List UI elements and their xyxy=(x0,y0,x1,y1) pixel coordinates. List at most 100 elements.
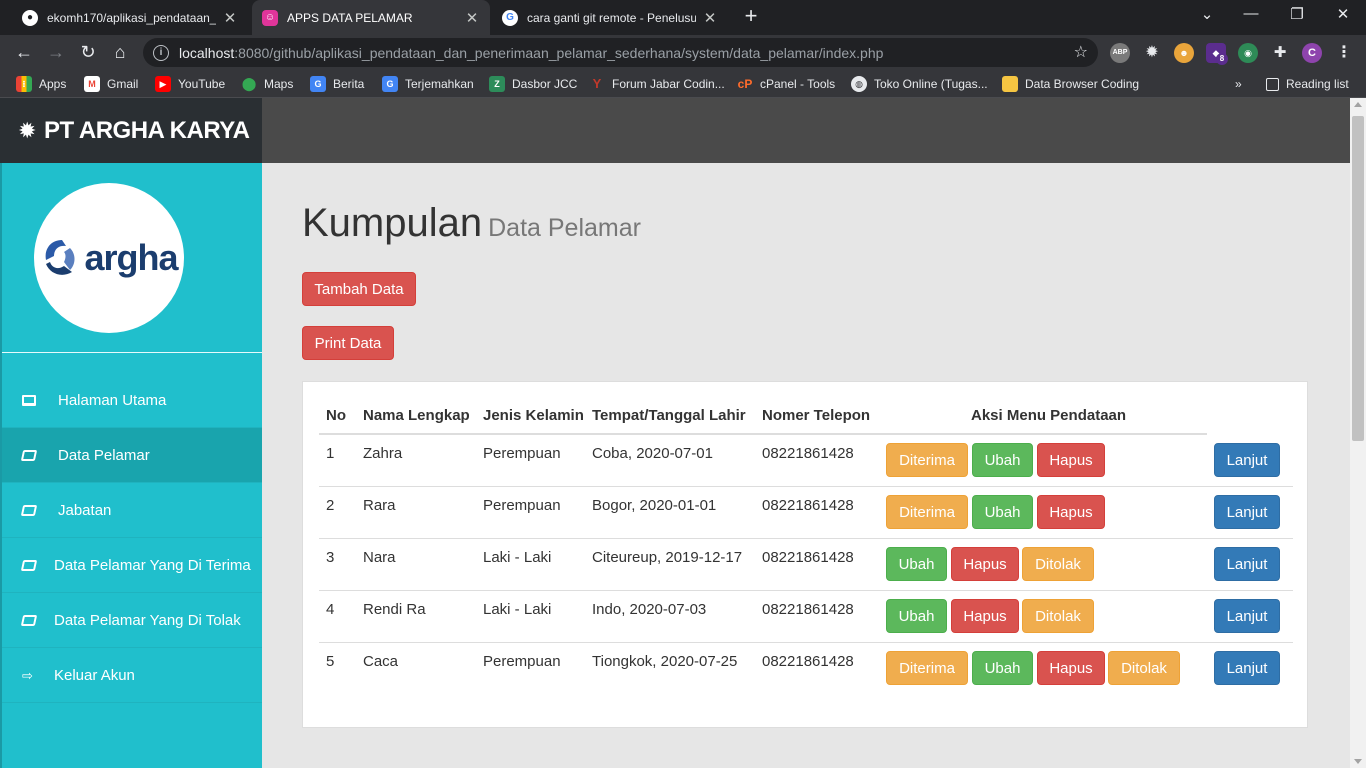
cell-gender: Laki - Laki xyxy=(483,549,552,566)
sidebar-item-halaman-utama[interactable]: Halaman Utama xyxy=(2,373,262,428)
close-tab-icon[interactable]: ✕ xyxy=(222,9,238,27)
info-icon[interactable]: i xyxy=(153,44,169,61)
globe-extension-icon[interactable]: ◉ xyxy=(1238,43,1258,63)
scroll-down-icon[interactable] xyxy=(1354,759,1362,764)
lanjut-button[interactable]: Lanjut xyxy=(1214,651,1280,685)
gear-extension-icon[interactable]: ✹ xyxy=(1142,43,1162,63)
lanjut-button[interactable]: Lanjut xyxy=(1214,443,1280,477)
bookmark-maps[interactable]: ⬤ Maps xyxy=(241,76,294,92)
menu-dots-icon[interactable]: ⋮ xyxy=(1334,43,1354,63)
page-scrollbar[interactable] xyxy=(1350,98,1366,768)
hapus-button[interactable]: Hapus xyxy=(951,547,1019,581)
column-header: Tempat/Tanggal Lahir xyxy=(592,407,746,424)
home-icon[interactable]: ⌂ xyxy=(109,41,131,63)
bookmark-youtube[interactable]: ▶ YouTube xyxy=(155,76,225,92)
ubah-button[interactable]: Ubah xyxy=(972,443,1033,477)
bookmark-apps[interactable]: ⁝ Apps xyxy=(16,76,66,92)
bookmark-terjemahkan[interactable]: G Terjemahkan xyxy=(382,76,474,92)
cell-no: 2 xyxy=(326,497,335,514)
main-content: Kumpulan Data Pelamar Tambah Data Print D… xyxy=(262,163,1350,768)
reading-list-button[interactable]: Reading list xyxy=(1266,76,1349,92)
adblock-icon[interactable]: ABP xyxy=(1110,43,1130,63)
ditolak-button[interactable]: Ditolak xyxy=(1108,651,1180,685)
sidebar-item-pelamar-ditolak[interactable]: Data Pelamar Yang Di Tolak xyxy=(2,593,262,648)
profile-avatar[interactable]: C xyxy=(1302,43,1322,63)
hapus-button[interactable]: Hapus xyxy=(951,599,1019,633)
new-tab-button[interactable]: + xyxy=(740,5,762,29)
cell-no: 1 xyxy=(326,445,335,462)
hapus-button[interactable]: Hapus xyxy=(1037,443,1105,477)
ubah-button[interactable]: Ubah xyxy=(972,651,1033,685)
maximize-icon[interactable]: ❐ xyxy=(1282,5,1312,23)
bookmark-gmail[interactable]: M Gmail xyxy=(84,76,138,92)
sign-out-icon: ⇨ xyxy=(22,667,33,683)
back-icon[interactable]: ← xyxy=(13,41,35,63)
sidebar-item-keluar-akun[interactable]: ⇨ Keluar Akun xyxy=(2,648,262,703)
address-bar[interactable]: i localhost:8080/github/aplikasi_pendata… xyxy=(143,38,1098,67)
diterima-button[interactable]: Diterima xyxy=(886,651,968,685)
table-row: 3 Nara Laki - Laki Citeureup, 2019-12-17… xyxy=(303,539,1309,591)
browser-tab-strip: ● ekomh170/aplikasi_pendataan_d ✕ ☺ APPS… xyxy=(0,0,1366,35)
page-subtitle: Data Pelamar xyxy=(488,214,641,242)
reading-list-icon xyxy=(1266,77,1279,91)
browser-tab-google[interactable]: G cara ganti git remote - Penelusur ✕ xyxy=(492,0,728,35)
sidebar-item-data-pelamar[interactable]: Data Pelamar xyxy=(2,428,262,483)
sidebar-item-pelamar-diterima[interactable]: Data Pelamar Yang Di Terima xyxy=(2,538,262,593)
tambah-data-button[interactable]: Tambah Data xyxy=(302,272,416,306)
diterima-button[interactable]: Diterima xyxy=(886,495,968,529)
face-extension-icon[interactable]: ☻ xyxy=(1174,43,1194,63)
minimize-icon[interactable]: — xyxy=(1236,5,1266,22)
bookmark-toko-online[interactable]: ◍ Toko Online (Tugas... xyxy=(851,76,988,92)
cell-birth: Coba, 2020-07-01 xyxy=(592,445,713,462)
sidebar-item-label: Halaman Utama xyxy=(58,391,167,409)
apps-grid-icon: ⁝ xyxy=(16,76,32,92)
tab-title: APPS DATA PELAMAR xyxy=(287,10,413,25)
hapus-button[interactable]: Hapus xyxy=(1037,495,1105,529)
scrollbar-thumb[interactable] xyxy=(1352,116,1364,441)
bookmark-dasbor-jcc[interactable]: Z Dasbor JCC xyxy=(489,76,577,92)
ubah-button[interactable]: Ubah xyxy=(972,495,1033,529)
close-tab-icon[interactable]: ✕ xyxy=(702,9,718,27)
lanjut-button[interactable]: Lanjut xyxy=(1214,495,1280,529)
translate-icon: G xyxy=(382,76,398,92)
ubah-button[interactable]: Ubah xyxy=(886,599,947,633)
ditolak-button[interactable]: Ditolak xyxy=(1022,547,1094,581)
extensions-icon[interactable]: ✚ xyxy=(1270,43,1290,63)
forward-icon[interactable]: → xyxy=(45,41,67,63)
cell-phone: 08221861428 xyxy=(762,445,854,462)
cell-no: 5 xyxy=(326,653,335,670)
table-row: 5 Caca Perempuan Tiongkok, 2020-07-25 08… xyxy=(303,643,1309,695)
brand-bar[interactable]: ✹ PT ARGHA KARYA xyxy=(0,98,262,163)
scroll-up-icon[interactable] xyxy=(1354,102,1362,107)
hapus-button[interactable]: Hapus xyxy=(1037,651,1105,685)
tab-search-icon[interactable]: ⌄ xyxy=(1192,5,1222,23)
folder-icon xyxy=(1002,76,1018,92)
lanjut-button[interactable]: Lanjut xyxy=(1214,547,1280,581)
column-header: Nomer Telepon xyxy=(762,407,871,424)
company-logo: argha xyxy=(34,183,184,333)
print-data-button[interactable]: Print Data xyxy=(302,326,394,360)
close-window-icon[interactable]: ✕ xyxy=(1328,5,1358,23)
ubah-button[interactable]: Ubah xyxy=(886,547,947,581)
browser-tab-github[interactable]: ● ekomh170/aplikasi_pendataan_d ✕ xyxy=(12,0,248,35)
cell-name: Nara xyxy=(363,549,396,566)
bookmark-cpanel[interactable]: cP cPanel - Tools xyxy=(737,76,836,92)
close-tab-icon[interactable]: ✕ xyxy=(464,9,480,27)
brand-title: PT ARGHA KARYA xyxy=(43,116,250,144)
sidebar-item-jabatan[interactable]: Jabatan xyxy=(2,483,262,538)
reload-icon[interactable]: ↻ xyxy=(77,41,99,63)
applicant-table: No Nama Lengkap Jenis Kelamin Tempat/Tan… xyxy=(302,381,1308,728)
bookmark-data-browser[interactable]: Data Browser Coding xyxy=(1002,76,1139,92)
bookmark-star-icon[interactable]: ☆ xyxy=(1074,42,1088,62)
browser-tab-apps[interactable]: ☺ APPS DATA PELAMAR ✕ xyxy=(252,0,490,35)
bookmarks-bar: ⁝ Apps M Gmail ▶ YouTube ⬤ Maps G Berita G Ter… xyxy=(0,70,1366,98)
lanjut-button[interactable]: Lanjut xyxy=(1214,599,1280,633)
cell-birth: Bogor, 2020-01-01 xyxy=(592,497,717,514)
ditolak-button[interactable]: Ditolak xyxy=(1022,599,1094,633)
news-icon: G xyxy=(310,76,326,92)
top-navbar xyxy=(262,98,1350,163)
bookmark-forum[interactable]: Y Forum Jabar Codin... xyxy=(589,76,725,92)
more-bookmarks-icon[interactable]: » xyxy=(1235,76,1242,92)
bookmark-berita[interactable]: G Berita xyxy=(310,76,364,92)
diterima-button[interactable]: Diterima xyxy=(886,443,968,477)
